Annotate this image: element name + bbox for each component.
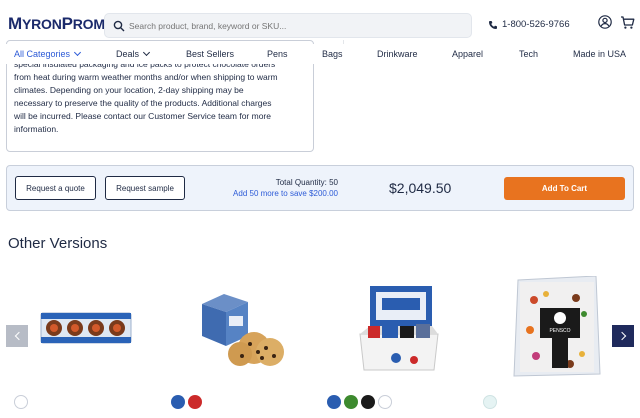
chevron-down-icon: [142, 48, 151, 57]
color-swatch-light-teal[interactable]: [483, 395, 497, 409]
search-bar[interactable]: [104, 13, 472, 38]
total-quantity: Total Quantity: 50: [275, 178, 338, 187]
nav-tech[interactable]: Tech: [519, 49, 538, 59]
request-quote-button[interactable]: Request a quote: [15, 176, 96, 200]
color-swatch-white[interactable]: [14, 395, 28, 409]
nav-best-sellers[interactable]: Best Sellers: [186, 49, 234, 59]
nav-apparel[interactable]: Apparel: [452, 49, 483, 59]
snack-bag-product-image[interactable]: PENSCO: [512, 276, 602, 380]
save-more-link[interactable]: Add 50 more to save $200.00: [218, 189, 338, 198]
color-swatch-blue[interactable]: [171, 395, 185, 409]
chocolate-tin-product-image[interactable]: [40, 310, 132, 346]
nav-drinkware[interactable]: Drinkware: [377, 49, 418, 59]
gift-box-product-image[interactable]: [356, 284, 442, 374]
nav-pens[interactable]: Pens: [267, 49, 288, 59]
nav-bags[interactable]: Bags: [322, 49, 343, 59]
color-swatch-black[interactable]: [361, 395, 375, 409]
color-swatch-white[interactable]: [378, 395, 392, 409]
main-nav: All Categories Deals Best Sellers Pens B…: [0, 44, 640, 64]
nav-made-in-usa[interactable]: Made in USA: [573, 49, 626, 59]
nav-deals[interactable]: Deals: [116, 48, 151, 59]
product-description-text: special insulated packaging and ice pack…: [14, 59, 278, 134]
total-price: $2,049.50: [389, 180, 452, 196]
search-icon: [113, 20, 125, 32]
cart-icon[interactable]: [620, 15, 635, 30]
color-swatch-green[interactable]: [344, 395, 358, 409]
chevron-left-icon: [14, 331, 23, 341]
svg-text:PENSCO: PENSCO: [549, 328, 570, 334]
carousel-next-button[interactable]: [612, 325, 634, 347]
phone-link[interactable]: 1-800-526-9766: [488, 19, 570, 30]
phone-number: 1-800-526-9766: [502, 19, 570, 30]
site-header: MYRONPROMOS 1-800-526-9766: [0, 0, 640, 44]
nav-all-categories[interactable]: All Categories: [14, 48, 82, 59]
other-versions-title: Other Versions: [8, 235, 108, 252]
add-to-cart-button[interactable]: Add To Cart: [504, 177, 625, 200]
phone-icon: [489, 20, 497, 29]
color-swatch-red[interactable]: [188, 395, 202, 409]
carousel-prev-button[interactable]: [6, 325, 28, 347]
chevron-right-icon: [617, 331, 626, 341]
request-sample-button[interactable]: Request sample: [105, 176, 185, 200]
account-icon[interactable]: [598, 15, 612, 29]
cookie-box-product-image[interactable]: [196, 290, 290, 370]
chevron-down-icon: [73, 48, 82, 57]
search-input[interactable]: [129, 16, 459, 36]
color-swatch-blue[interactable]: [327, 395, 341, 409]
